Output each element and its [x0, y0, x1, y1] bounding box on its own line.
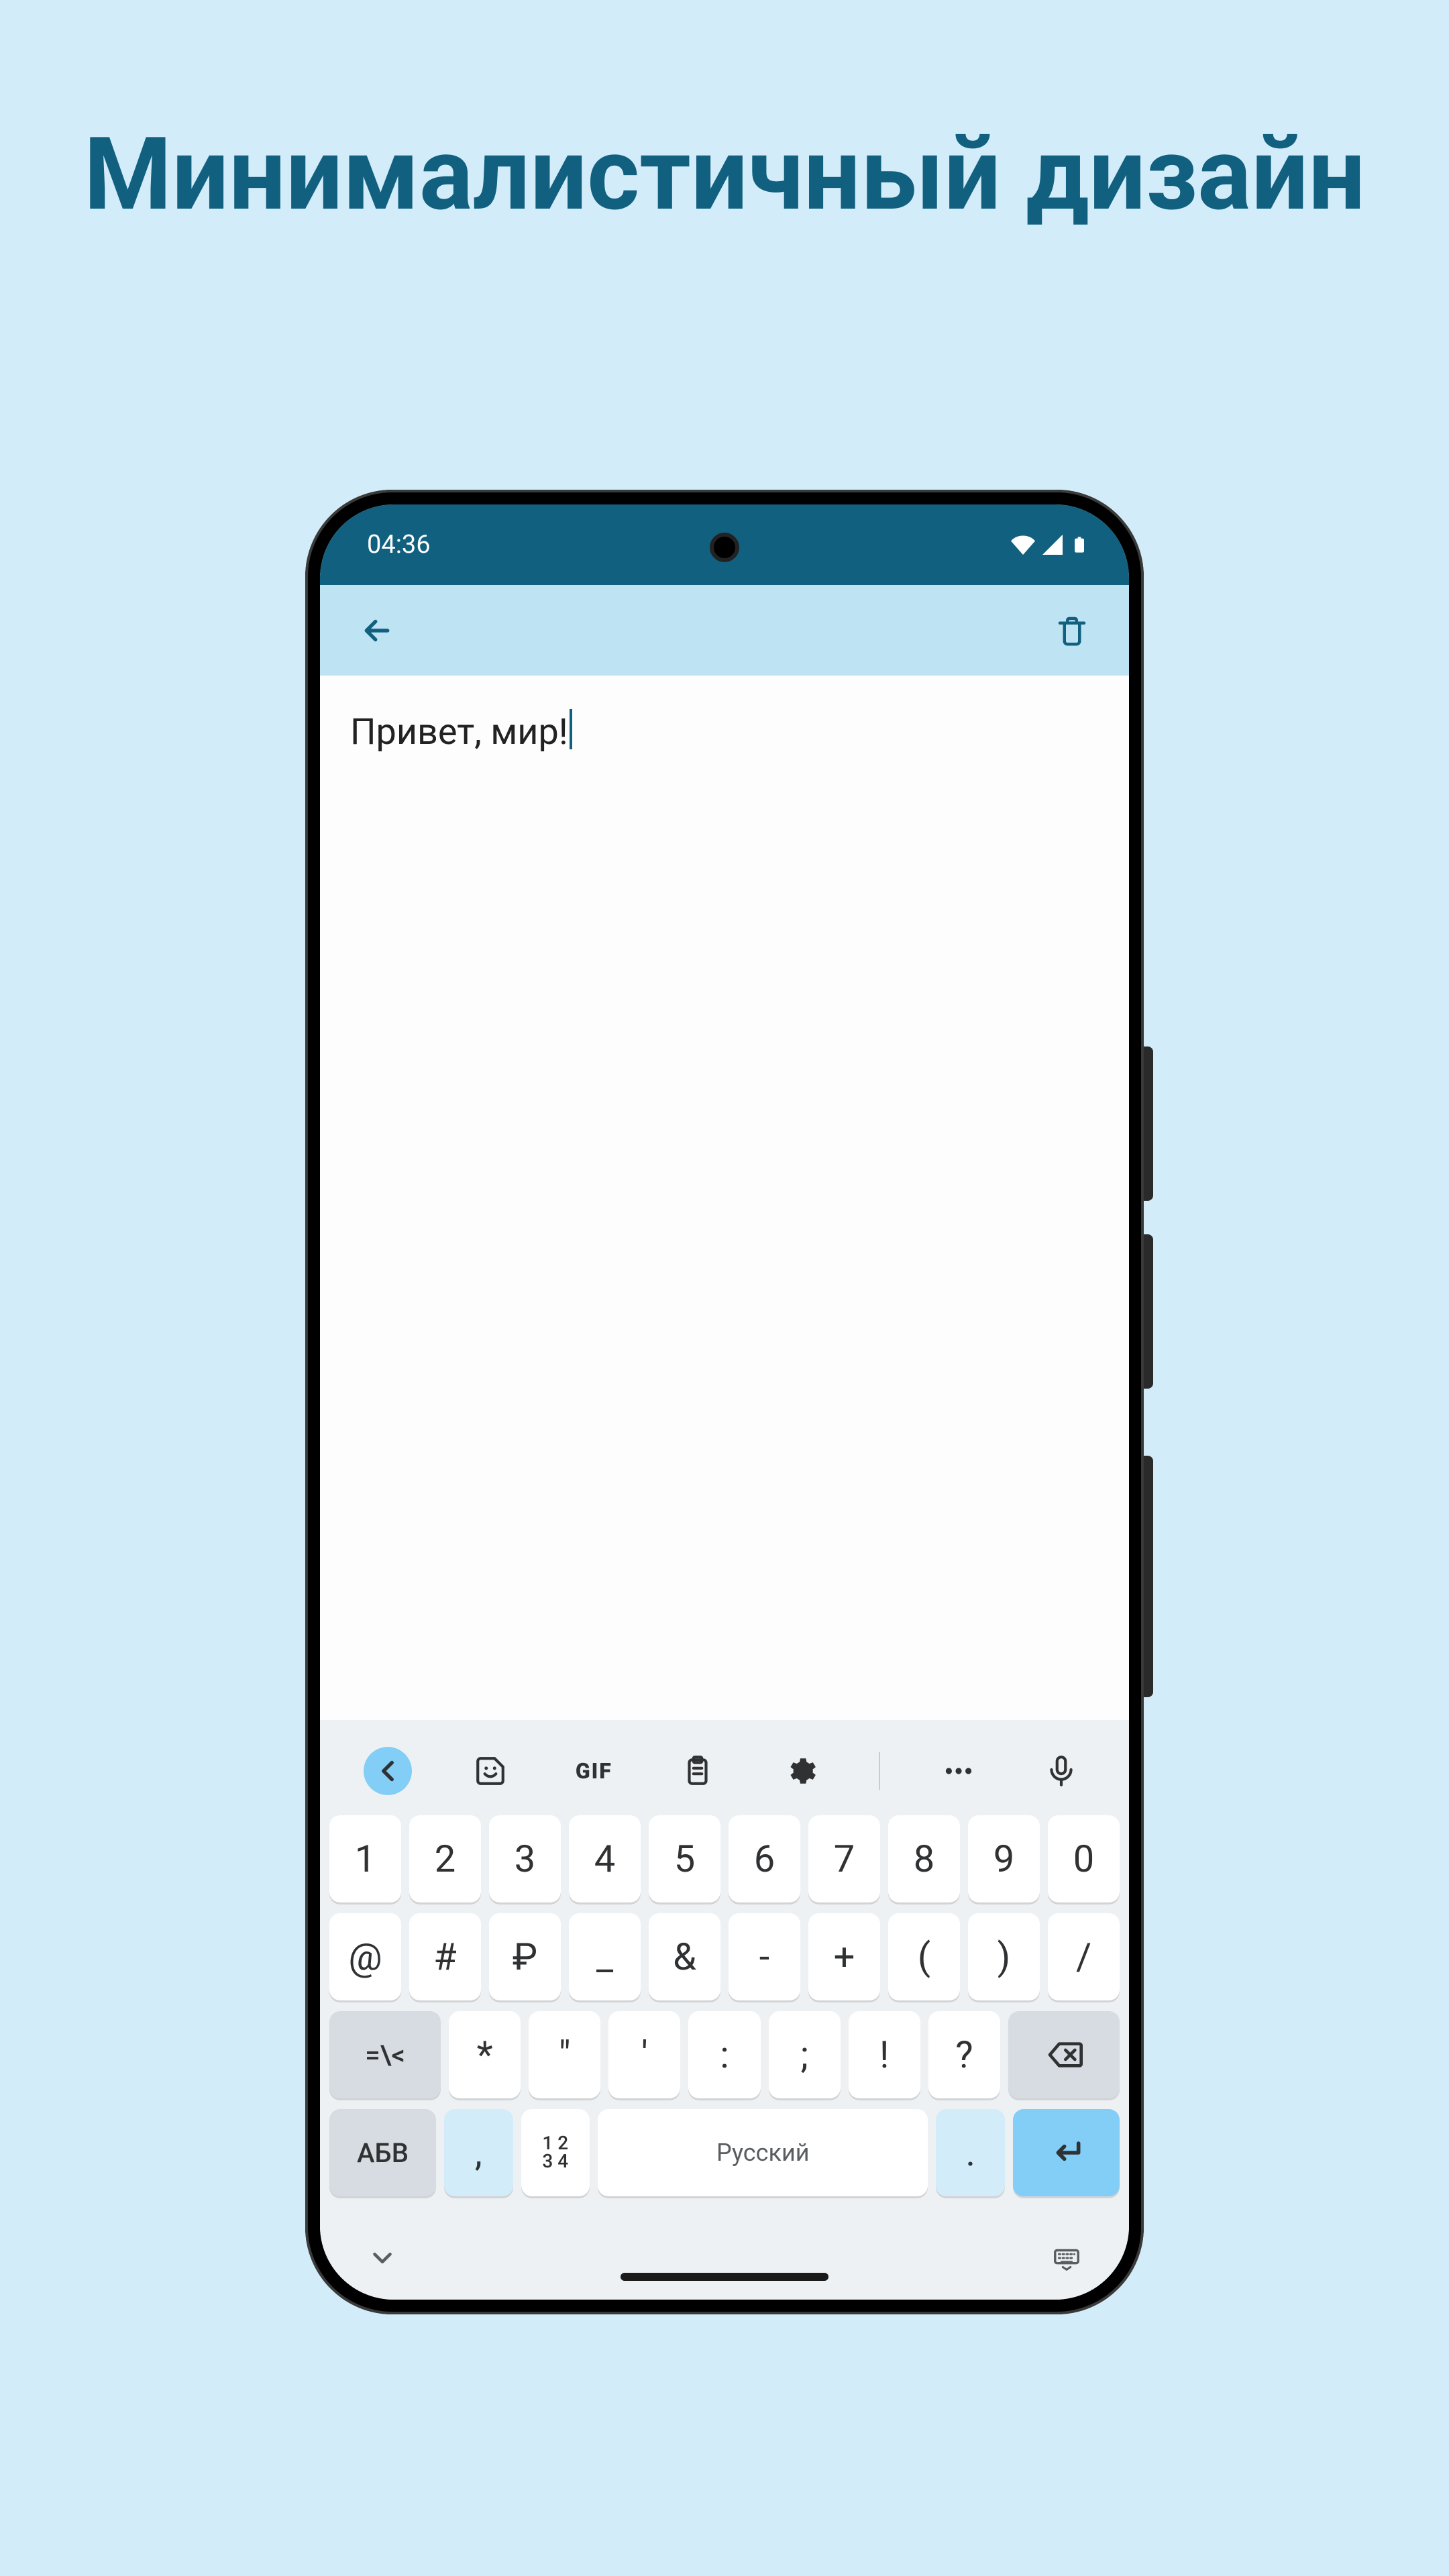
gear-icon	[784, 1754, 817, 1788]
key-numeric-pad[interactable]: 1 2 3 4	[521, 2109, 590, 2196]
kb-mic-button[interactable]	[1037, 1747, 1085, 1795]
key-more-symbols[interactable]: =\<	[329, 2011, 441, 2098]
note-editor[interactable]: Привет, мир!	[320, 676, 1129, 1720]
key-underscore[interactable]: _	[569, 1913, 641, 2000]
kb-row-numbers: 1 2 3 4 5 6 7 8 9 0	[329, 1815, 1120, 1902]
key-6[interactable]: 6	[729, 1815, 800, 1902]
numpad-bot: 3 4	[542, 2153, 568, 2171]
power-button	[1144, 1456, 1153, 1697]
nav-home-pill[interactable]	[621, 2273, 828, 2281]
enter-icon	[1047, 2134, 1085, 2171]
key-minus[interactable]: -	[729, 1913, 800, 2000]
key-squote[interactable]: '	[608, 2011, 680, 2098]
key-9[interactable]: 9	[968, 1815, 1040, 1902]
kb-settings-button[interactable]	[776, 1747, 824, 1795]
key-8[interactable]: 8	[888, 1815, 960, 1902]
key-0[interactable]: 0	[1048, 1815, 1120, 1902]
app-bar	[320, 585, 1129, 676]
key-dquote[interactable]: "	[529, 2011, 600, 2098]
delete-button[interactable]	[1049, 607, 1095, 654]
sticker-icon	[474, 1754, 507, 1788]
key-asterisk[interactable]: *	[449, 2011, 521, 2098]
backspace-icon	[1045, 2036, 1083, 2074]
key-3[interactable]: 3	[489, 1815, 561, 1902]
editor-text: Привет, мир!	[350, 711, 572, 753]
microphone-icon	[1044, 1754, 1078, 1788]
key-colon[interactable]: :	[688, 2011, 760, 2098]
kb-collapse-button[interactable]	[364, 1747, 412, 1795]
key-enter[interactable]	[1013, 2109, 1120, 2196]
chevron-down-icon	[367, 2243, 398, 2273]
key-ampersand[interactable]: &	[649, 1913, 720, 2000]
arrow-back-icon	[359, 612, 395, 649]
key-comma[interactable]: ,	[444, 2109, 513, 2196]
battery-icon	[1070, 531, 1089, 558]
key-backspace[interactable]	[1008, 2011, 1120, 2098]
status-time: 04:36	[367, 530, 431, 559]
back-button[interactable]	[354, 607, 400, 654]
system-nav-bar	[320, 2219, 1129, 2300]
chevron-left-icon	[371, 1754, 405, 1788]
kb-gif-button[interactable]: GIF	[569, 1747, 619, 1795]
keyboard-icon	[1051, 2243, 1082, 2273]
kb-more-button[interactable]	[934, 1747, 983, 1795]
key-ruble[interactable]: ₽	[489, 1913, 561, 2000]
key-semicolon[interactable]: ;	[769, 2011, 841, 2098]
key-4[interactable]: 4	[569, 1815, 641, 1902]
key-period[interactable]: .	[936, 2109, 1005, 2196]
phone-mockup: 04:36 Привет, мир!	[305, 490, 1144, 2314]
promo-heading: Минималистичный дизайн	[0, 0, 1449, 235]
kb-row-bottom: АБВ , 1 2 3 4 Русский .	[329, 2109, 1120, 2196]
key-1[interactable]: 1	[329, 1815, 401, 1902]
ellipsis-icon	[942, 1754, 975, 1788]
kb-clipboard-button[interactable]	[674, 1747, 722, 1795]
trash-icon	[1054, 612, 1090, 649]
key-lparen[interactable]: (	[888, 1913, 960, 2000]
key-mode-switch[interactable]: АБВ	[329, 2109, 436, 2196]
kb-sticker-button[interactable]	[466, 1747, 515, 1795]
nav-back-button[interactable]	[367, 2243, 398, 2276]
kb-toolbar-separator	[879, 1752, 880, 1790]
key-5[interactable]: 5	[649, 1815, 720, 1902]
front-camera	[710, 533, 739, 562]
key-exclaim[interactable]: !	[849, 2011, 920, 2098]
key-space[interactable]: Русский	[598, 2109, 928, 2196]
clipboard-icon	[681, 1754, 714, 1788]
cellular-icon	[1040, 533, 1065, 557]
key-plus[interactable]: +	[808, 1913, 880, 2000]
wifi-icon	[1011, 533, 1035, 557]
nav-keyboard-switch-button[interactable]	[1051, 2243, 1082, 2276]
soft-keyboard: GIF 1	[320, 1720, 1129, 2219]
key-question[interactable]: ?	[928, 2011, 1000, 2098]
keyboard-toolbar: GIF	[329, 1735, 1120, 1815]
volume-up-button	[1144, 1046, 1153, 1201]
volume-down-button	[1144, 1234, 1153, 1389]
kb-row-symbols-1: @ # ₽ _ & - + ( ) /	[329, 1913, 1120, 2000]
key-at[interactable]: @	[329, 1913, 401, 2000]
key-2[interactable]: 2	[409, 1815, 481, 1902]
key-rparen[interactable]: )	[968, 1913, 1040, 2000]
key-7[interactable]: 7	[808, 1815, 880, 1902]
key-hash[interactable]: #	[409, 1913, 481, 2000]
key-slash[interactable]: /	[1048, 1913, 1120, 2000]
kb-row-symbols-2: =\< * " ' : ; ! ?	[329, 2011, 1120, 2098]
